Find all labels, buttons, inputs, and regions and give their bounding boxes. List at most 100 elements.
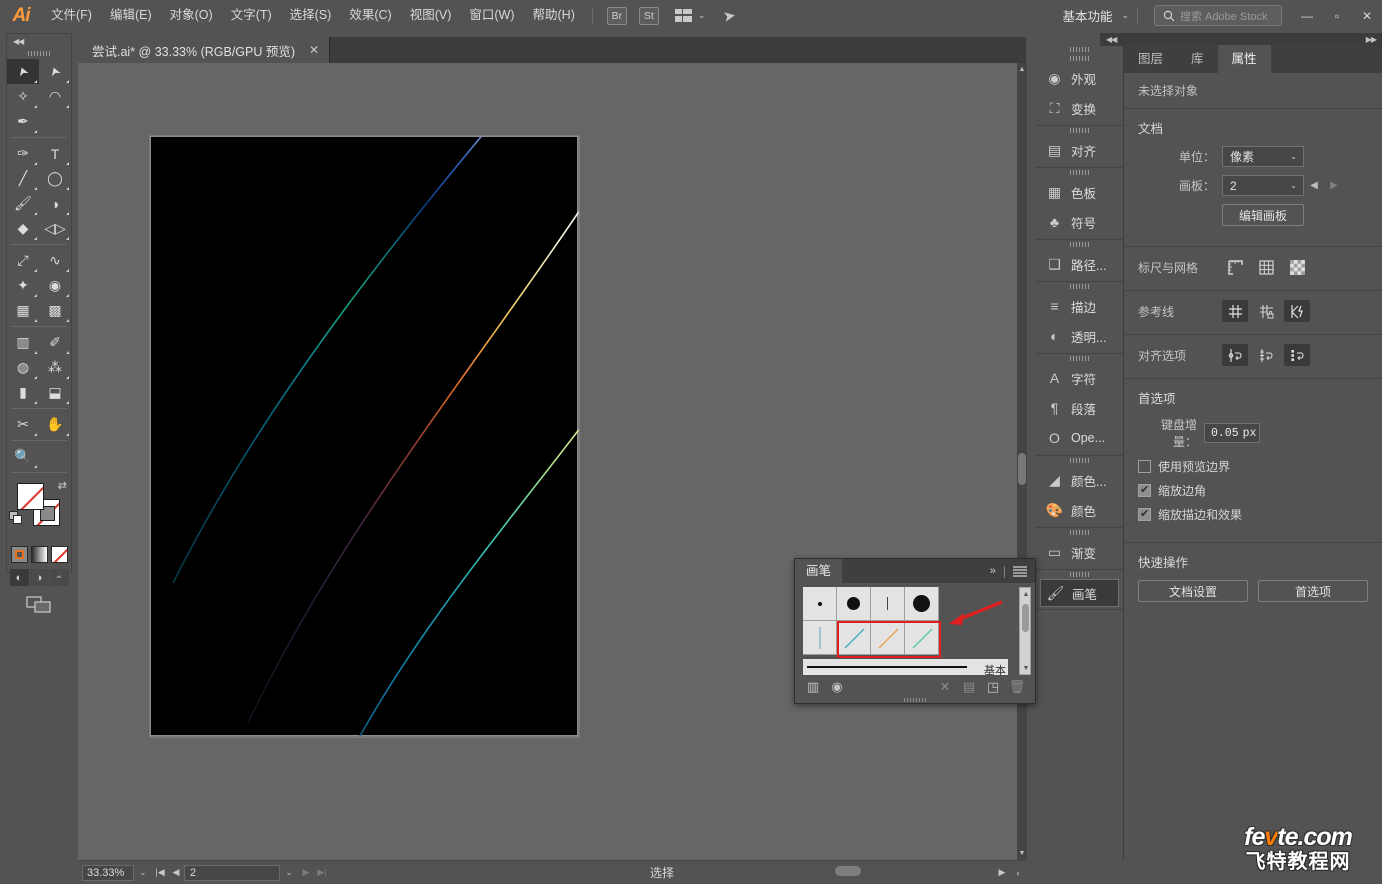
brush-scrollbar-thumb[interactable]	[1022, 604, 1029, 632]
brushes-panel[interactable]: 画笔 » | 基本 ▲ ▼ ▥ ◉ ✕ ▤ ◳ 🗑	[794, 558, 1036, 704]
scale-tool[interactable]: ⤢	[7, 248, 39, 273]
gradient-tool[interactable]: ▥	[7, 330, 39, 355]
eyedropper-tool[interactable]: ✐	[39, 330, 71, 355]
next-artboard-button[interactable]: ▶	[298, 863, 314, 883]
next-artboard-arrow[interactable]: ▶	[1324, 175, 1344, 196]
scroll-down-icon[interactable]: ▼	[1020, 662, 1032, 674]
artboard-select[interactable]: 2 ⌄	[1222, 175, 1304, 196]
blend-tool[interactable]: ◍	[7, 355, 39, 380]
zoom-chevron-down-icon[interactable]: ⌄	[134, 865, 152, 881]
brush-stroke-thin[interactable]	[871, 587, 905, 621]
menu-item-4[interactable]: 选择(S)	[281, 0, 341, 31]
dock-item-画笔[interactable]: 🖌 画笔	[1040, 579, 1119, 607]
workspace-chevron-down-icon[interactable]: ⌄	[1121, 10, 1129, 21]
checkbox[interactable]	[1138, 460, 1151, 473]
smart-guides-icon[interactable]	[1284, 300, 1310, 322]
dock-group-grip[interactable]	[1036, 282, 1123, 291]
shaper-tool[interactable]: ◑	[39, 191, 71, 216]
dock-group-grip[interactable]	[1036, 456, 1123, 465]
eraser-tool[interactable]: ◆	[7, 216, 39, 241]
arrange-chevron-down-icon[interactable]: ⌄	[698, 10, 706, 21]
toolbar-grip[interactable]	[7, 48, 71, 59]
hand-tool[interactable]: ✋	[39, 412, 71, 437]
arrange-documents-icon[interactable]	[674, 9, 693, 22]
toolbar-collapse[interactable]: ◀◀	[7, 34, 71, 48]
brush-dot-medium[interactable]	[837, 587, 871, 621]
column-graph-tool[interactable]: ▮	[7, 380, 39, 405]
bridge-button[interactable]: Br	[606, 6, 627, 25]
pen-tool[interactable]: ✒	[7, 109, 39, 134]
transparency-grid-icon[interactable]	[1284, 256, 1310, 278]
maximize-button[interactable]: ▫	[1322, 0, 1352, 31]
brush-strip-row[interactable]: 基本	[803, 659, 1008, 677]
paintbrush-tool[interactable]: 🖌	[7, 191, 39, 216]
symbol-sprayer-tool[interactable]: ⁂	[39, 355, 71, 380]
scrollbar-thumb[interactable]	[1018, 453, 1026, 485]
draw-normal-button[interactable]: ◐	[9, 569, 29, 586]
edit-artboards-button[interactable]: 编辑画板	[1222, 204, 1304, 226]
zoom-level-field[interactable]: 33.33%	[82, 864, 134, 881]
dock-group-grip[interactable]	[1036, 126, 1123, 135]
snap-to-point-icon[interactable]	[1222, 344, 1248, 366]
preferences-button[interactable]: 首选项	[1258, 580, 1368, 602]
brush-list-scrollbar[interactable]: ▲ ▼	[1019, 587, 1031, 675]
draw-inside-button[interactable]: ◓	[49, 569, 69, 586]
scroll-down-icon[interactable]: ▼	[1017, 847, 1027, 860]
canvas-horizontal-scrollbar[interactable]	[510, 864, 1030, 878]
slice-tool[interactable]: ✂	[7, 412, 39, 437]
brush-dot-large[interactable]	[905, 587, 939, 621]
tab-brushes[interactable]: 画笔	[795, 559, 843, 583]
dock-expand-icon[interactable]: ▶▶	[1366, 35, 1377, 44]
lock-guides-icon[interactable]	[1253, 300, 1279, 322]
share-icon[interactable]: ➤	[722, 6, 737, 26]
options-icon[interactable]: ▤	[959, 677, 979, 697]
canvas-vertical-scrollbar[interactable]: ▲ ▼	[1017, 63, 1027, 860]
lasso-tool[interactable]: ◠	[39, 84, 71, 109]
previous-artboard-arrow[interactable]: ◀	[1304, 175, 1324, 196]
keyboard-increment-field[interactable]: 0.05 px	[1204, 423, 1260, 443]
none-mode-button[interactable]	[50, 546, 68, 563]
scroll-up-icon[interactable]: ▲	[1020, 588, 1032, 600]
width-tool[interactable]: ∿	[39, 248, 71, 273]
first-artboard-button[interactable]: |◀	[152, 863, 168, 883]
direct-selection-tool[interactable]: ➤	[39, 59, 71, 84]
chevron-double-left-icon[interactable]: ◀◀	[13, 37, 24, 46]
dock-group-grip[interactable]	[1036, 54, 1123, 63]
dock-collapse-icon[interactable]: ◀◀	[1106, 35, 1117, 44]
brushes-panel-resize-grip[interactable]	[795, 696, 1037, 703]
line-segment-tool[interactable]: ╱	[7, 166, 39, 191]
new-brush-icon[interactable]: ◳	[983, 677, 1003, 697]
gradient-mode-button[interactable]	[30, 546, 48, 563]
minimize-button[interactable]: —	[1292, 0, 1322, 31]
canvas-area[interactable]: 路径 ✛	[78, 63, 1026, 860]
search-stock-input[interactable]: 搜索 Adobe Stock	[1154, 5, 1282, 26]
tab-库[interactable]: 库	[1177, 45, 1218, 73]
perspective-grid-tool[interactable]: ▦	[7, 298, 39, 323]
preference-row-0[interactable]: 使用预览边界	[1138, 458, 1368, 475]
close-icon[interactable]: ✕	[305, 43, 323, 57]
dock-group-grip[interactable]	[1036, 528, 1123, 537]
menu-item-1[interactable]: 编辑(E)	[101, 0, 161, 31]
hscrollbar-thumb[interactable]	[835, 866, 861, 876]
dock-group-grip[interactable]	[1036, 354, 1123, 363]
menu-item-3[interactable]: 文字(T)	[222, 0, 281, 31]
screen-mode-button[interactable]	[7, 596, 71, 614]
show-guides-icon[interactable]	[1222, 300, 1248, 322]
swap-fill-stroke-icon[interactable]: ⇄	[58, 479, 67, 492]
checkbox[interactable]	[1138, 507, 1151, 521]
delete-brush-icon[interactable]: 🗑	[1007, 677, 1027, 697]
ellipse-tool[interactable]: ◯	[39, 166, 71, 191]
artboard-chevron-down-icon[interactable]: ⌄	[280, 865, 298, 881]
menu-item-6[interactable]: 视图(V)	[401, 0, 461, 31]
draw-behind-button[interactable]: ◑	[29, 569, 49, 586]
artboard-tool[interactable]: ⬓	[39, 380, 71, 405]
document-setup-button[interactable]: 文档设置	[1138, 580, 1248, 602]
type-tool[interactable]: T	[39, 141, 71, 166]
dock-group-grip[interactable]	[1036, 240, 1123, 249]
curvature-tool[interactable]: ✑	[7, 141, 39, 166]
snap-to-grid-icon[interactable]	[1253, 344, 1279, 366]
dock-item-透明[interactable]: ◐ 透明...	[1036, 321, 1123, 351]
preference-row-2[interactable]: 缩放描边和效果	[1138, 506, 1368, 523]
close-button[interactable]: ✕	[1352, 0, 1382, 31]
rulers-icon[interactable]	[1222, 256, 1248, 278]
